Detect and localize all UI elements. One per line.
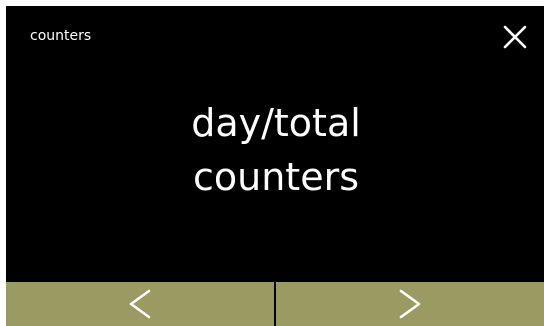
close-icon (503, 25, 527, 49)
previous-button[interactable] (6, 282, 274, 326)
close-button[interactable] (502, 24, 528, 50)
main-message-line-2: counters (192, 155, 359, 199)
page-title: counters (30, 28, 92, 44)
screen: counters day/total counters (6, 6, 544, 326)
main-message-line-1: day/total (191, 101, 361, 145)
chevron-left-icon (129, 289, 151, 319)
navigation-bar (6, 282, 544, 326)
main-message: day/total counters (6, 96, 544, 204)
chevron-right-icon (399, 289, 421, 319)
next-button[interactable] (276, 282, 544, 326)
